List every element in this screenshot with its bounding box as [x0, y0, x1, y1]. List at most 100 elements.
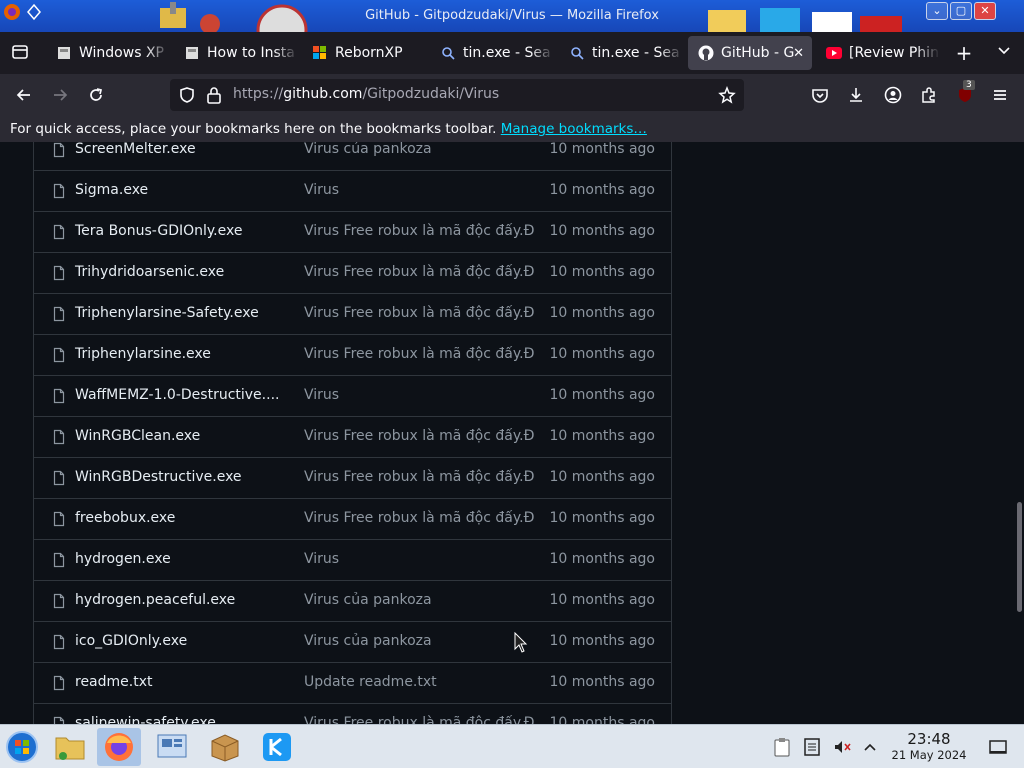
taskbar-clock[interactable]: 23:48 21 May 2024	[888, 731, 970, 763]
commit-message-link[interactable]: Virus	[304, 551, 534, 567]
page-scrollbar[interactable]	[1017, 502, 1022, 612]
table-row[interactable]: hydrogen.exe Virus 10 months ago	[34, 540, 671, 581]
table-row[interactable]: Sigma.exe Virus 10 months ago	[34, 171, 671, 212]
file-name-link[interactable]: salinewin-safety.exe	[75, 715, 216, 724]
close-tab-icon[interactable]: ✕	[793, 46, 804, 61]
tab-rebornxp[interactable]: RebornXP	[302, 36, 426, 70]
app-menu-button[interactable]	[988, 83, 1012, 107]
commit-message-link[interactable]: Virus Free robux là mã độc đấy.Đ...	[304, 223, 534, 239]
commit-message-link[interactable]: Virus	[304, 182, 534, 198]
file-name-link[interactable]: hydrogen.peaceful.exe	[75, 592, 235, 608]
window-title: GitHub - Gitpodzudaki/Virus — Mozilla Fi…	[365, 8, 659, 23]
address-bar[interactable]: https://github.com/Gitpodzudaki/Virus	[170, 79, 744, 111]
file-manager-icon	[55, 737, 85, 760]
taskbar-kde[interactable]	[255, 728, 299, 766]
table-row[interactable]: ico_GDIOnly.exe Virus của pankoza 10 month…	[34, 622, 671, 663]
commit-message-link[interactable]: Virus Free robux là mã độc đấy.Đ...	[304, 305, 534, 321]
file-name-link[interactable]: readme.txt	[75, 674, 153, 690]
commit-message-link[interactable]: Virus Free robux là mã độc đấy.Đ...	[304, 469, 534, 485]
file-icon	[53, 634, 65, 650]
table-row[interactable]: WinRGBClean.exe Virus Free robux là mã độ…	[34, 417, 671, 458]
ublock-extension-button[interactable]: 3	[953, 80, 977, 107]
back-button[interactable]	[12, 83, 36, 107]
file-name-link[interactable]: hydrogen.exe	[75, 551, 171, 567]
table-row[interactable]: Trihydridoarsenic.exe Virus Free robux là…	[34, 253, 671, 294]
clipboard-icon[interactable]	[772, 737, 792, 757]
pocket-icon	[812, 89, 828, 103]
lock-icon[interactable]	[206, 86, 222, 108]
table-row[interactable]: readme.txt Update readme.txt 10 months ago	[34, 663, 671, 704]
show-desktop-icon[interactable]	[988, 737, 1008, 757]
control-panel-icon	[157, 734, 187, 758]
forward-button[interactable]	[48, 83, 72, 107]
commit-message-link[interactable]: Virus của pankoza	[304, 592, 534, 608]
commit-message-link[interactable]: Update readme.txt	[304, 674, 534, 690]
table-row[interactable]: salinewin-safety.exe Virus Free robux là …	[34, 704, 671, 724]
tab-tin-search-1[interactable]: tin.exe - Sea	[430, 36, 554, 70]
file-name-link[interactable]: freebobux.exe	[75, 510, 175, 526]
tab-tin-search-2[interactable]: tin.exe - Sea	[559, 36, 683, 70]
close-button[interactable]: ✕	[974, 2, 996, 20]
table-row[interactable]: hydrogen.peaceful.exe Virus của pankoza 10…	[34, 581, 671, 622]
table-row[interactable]: Triphenylarsine-Safety.exe Virus Free rob…	[34, 294, 671, 335]
url-path: /Gitpodzudaki/Virus	[362, 86, 500, 102]
file-icon	[53, 716, 65, 724]
file-icon	[53, 142, 65, 158]
volume-muted-icon[interactable]	[832, 737, 852, 757]
manage-bookmarks-link[interactable]: Manage bookmarks…	[501, 121, 647, 137]
commit-message-link[interactable]: Virus Free robux là mã độc đấy.Đ...	[304, 428, 534, 444]
tab-label: RebornXP	[335, 45, 403, 61]
commit-message-link[interactable]: Virus của pankoza	[304, 142, 534, 157]
file-name-link[interactable]: WinRGBDestructive.exe	[75, 469, 242, 485]
url-host: github.com	[283, 86, 363, 102]
pocket-button[interactable]	[808, 83, 832, 107]
table-row[interactable]: WaffMEMZ-1.0-Destructive.... Virus 10 mont…	[34, 376, 671, 417]
bookmark-star-icon[interactable]	[718, 85, 736, 108]
taskbar-file-manager[interactable]	[48, 728, 92, 766]
tab-review-youtube[interactable]: [Review Phin	[816, 36, 940, 70]
extensions-button[interactable]	[917, 83, 941, 107]
tracking-protection-shield-icon[interactable]	[178, 86, 196, 108]
file-name-link[interactable]: WaffMEMZ-1.0-Destructive....	[75, 387, 279, 403]
commit-message-link[interactable]: Virus Free robux là mã độc đấy.Đ...	[304, 346, 534, 362]
commit-message-link[interactable]: Virus của pankoza	[304, 633, 534, 649]
tab-github[interactable]: GitHub - G ✕	[688, 36, 812, 70]
commit-message-link[interactable]: Virus	[304, 387, 534, 403]
new-tab-button[interactable]: +	[952, 42, 976, 66]
file-name-link[interactable]: Tera Bonus-GDIOnly.exe	[75, 223, 242, 239]
reload-button[interactable]	[84, 83, 108, 107]
file-icon	[53, 429, 65, 445]
file-name-link[interactable]: Triphenylarsine.exe	[75, 346, 211, 362]
taskbar-archive[interactable]	[203, 728, 247, 766]
file-name-link[interactable]: ScreenMelter.exe	[75, 142, 196, 157]
file-icon	[53, 388, 65, 404]
commit-message-link[interactable]: Virus Free robux là mã độc đấy.Đ...	[304, 715, 534, 724]
table-row[interactable]: WinRGBDestructive.exe Virus Free robux là…	[34, 458, 671, 499]
notes-icon[interactable]	[802, 737, 822, 757]
commit-message-link[interactable]: Virus Free robux là mã độc đấy.Đ...	[304, 510, 534, 526]
file-name-link[interactable]: Trihydridoarsenic.exe	[75, 264, 224, 280]
file-name-link[interactable]: Triphenylarsine-Safety.exe	[75, 305, 259, 321]
file-name-link[interactable]: Sigma.exe	[75, 182, 148, 198]
maximize-button[interactable]: ▢	[950, 2, 972, 20]
downloads-button[interactable]	[844, 83, 868, 107]
table-row[interactable]: Tera Bonus-GDIOnly.exe Virus Free robux l…	[34, 212, 671, 253]
tray-expand-chevron-up-icon[interactable]	[860, 737, 880, 757]
commit-message-link[interactable]: Virus Free robux là mã độc đấy.Đ...	[304, 264, 534, 280]
tab-how-to-install[interactable]: How to Insta	[174, 36, 298, 70]
commit-age: 10 months ago	[549, 223, 655, 239]
start-button[interactable]	[0, 728, 44, 766]
url-text[interactable]: https://github.com/Gitpodzudaki/Virus	[233, 86, 499, 102]
firefox-view-button[interactable]	[8, 42, 32, 66]
account-button[interactable]	[881, 83, 905, 107]
table-row[interactable]: freebobux.exe Virus Free robux là mã độc …	[34, 499, 671, 540]
taskbar-control-panel[interactable]	[150, 728, 194, 766]
table-row[interactable]: Triphenylarsine.exe Virus Free robux là m…	[34, 335, 671, 376]
list-all-tabs-button[interactable]	[992, 42, 1016, 66]
taskbar-firefox[interactable]	[97, 728, 141, 766]
file-name-link[interactable]: ico_GDIOnly.exe	[75, 633, 187, 649]
tab-windows-xp[interactable]: Windows XP	[46, 36, 170, 70]
minimize-button[interactable]: ⌄	[926, 2, 948, 20]
file-name-link[interactable]: WinRGBClean.exe	[75, 428, 200, 444]
table-row[interactable]: ScreenMelter.exe Virus của pankoza 10 mont…	[34, 142, 671, 171]
